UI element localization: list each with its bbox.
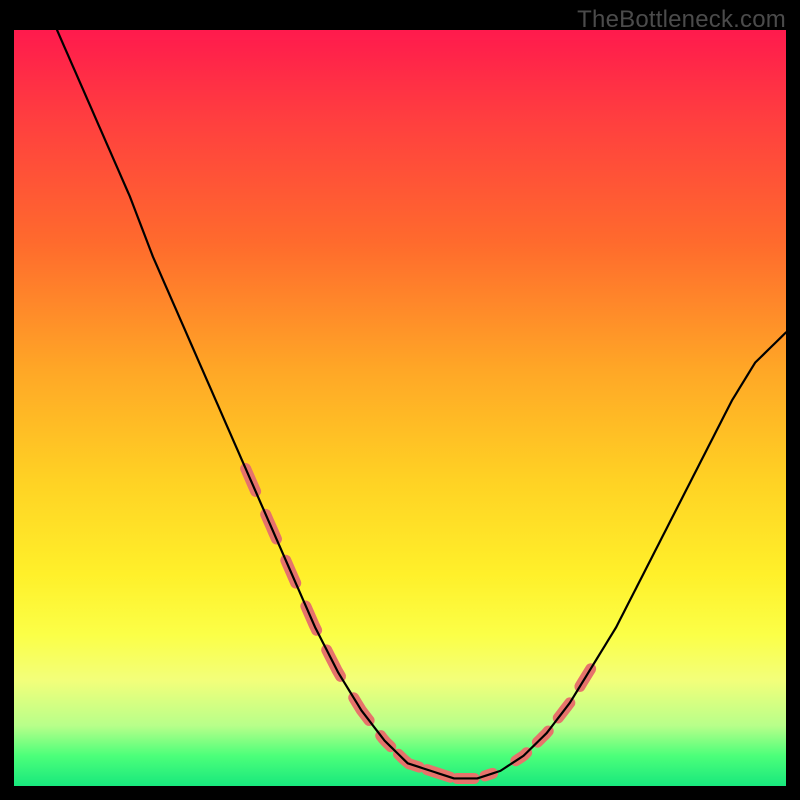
curve-svg	[14, 30, 786, 786]
highlight-group	[246, 468, 591, 778]
bottleneck-curve	[14, 0, 786, 778]
chart-frame: TheBottleneck.com	[0, 0, 800, 800]
plot-area	[14, 30, 786, 786]
